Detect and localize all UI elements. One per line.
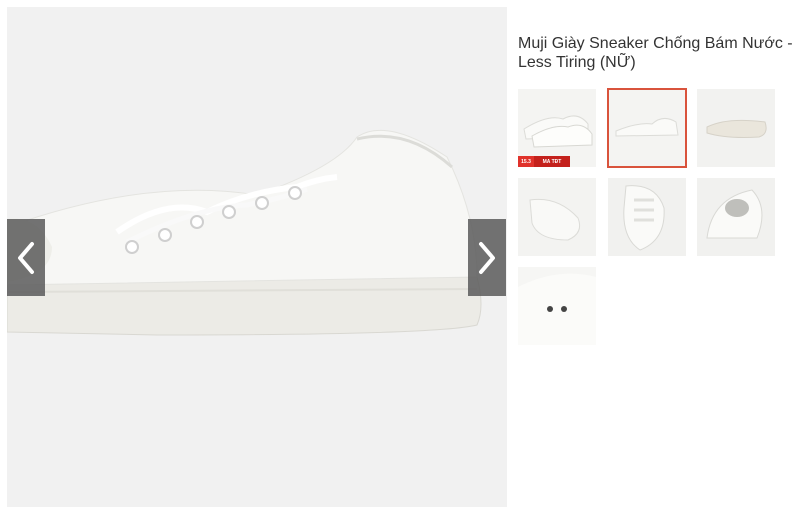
sneaker-image bbox=[7, 129, 482, 336]
thumbnail-sneaker-eyelets[interactable] bbox=[518, 267, 596, 345]
thumbnail-sneaker-inside[interactable] bbox=[697, 178, 775, 256]
thumbnail-sneaker-sole[interactable] bbox=[697, 89, 775, 167]
sneaker-sole-image bbox=[697, 89, 775, 167]
promo-badge-part2: MA TĐT bbox=[534, 156, 570, 167]
chevron-right-icon bbox=[479, 241, 495, 274]
gallery-next-button[interactable] bbox=[468, 219, 506, 296]
promo-badge-part1: 15.3 bbox=[518, 156, 534, 167]
sneaker-side-image bbox=[608, 89, 686, 167]
thumbnail-sneaker-laces[interactable] bbox=[608, 178, 686, 256]
chevron-left-icon bbox=[18, 241, 34, 274]
main-product-image bbox=[7, 7, 507, 507]
thumbnail-sneaker-pair[interactable]: 15.3 MA TĐT bbox=[518, 89, 596, 167]
sneaker-back-image bbox=[518, 178, 596, 256]
gallery-prev-button[interactable] bbox=[7, 219, 45, 296]
sneaker-inside-image bbox=[697, 178, 775, 256]
promo-badge: 15.3 MA TĐT bbox=[518, 156, 570, 167]
thumbnail-sneaker-side[interactable] bbox=[607, 88, 687, 168]
thumbnail-sneaker-back[interactable] bbox=[518, 178, 596, 256]
sneaker-eyelets-image bbox=[518, 267, 596, 345]
sneaker-laces-image bbox=[608, 178, 686, 256]
product-title: Muji Giày Sneaker Chống Bám Nước - Less … bbox=[518, 35, 793, 71]
